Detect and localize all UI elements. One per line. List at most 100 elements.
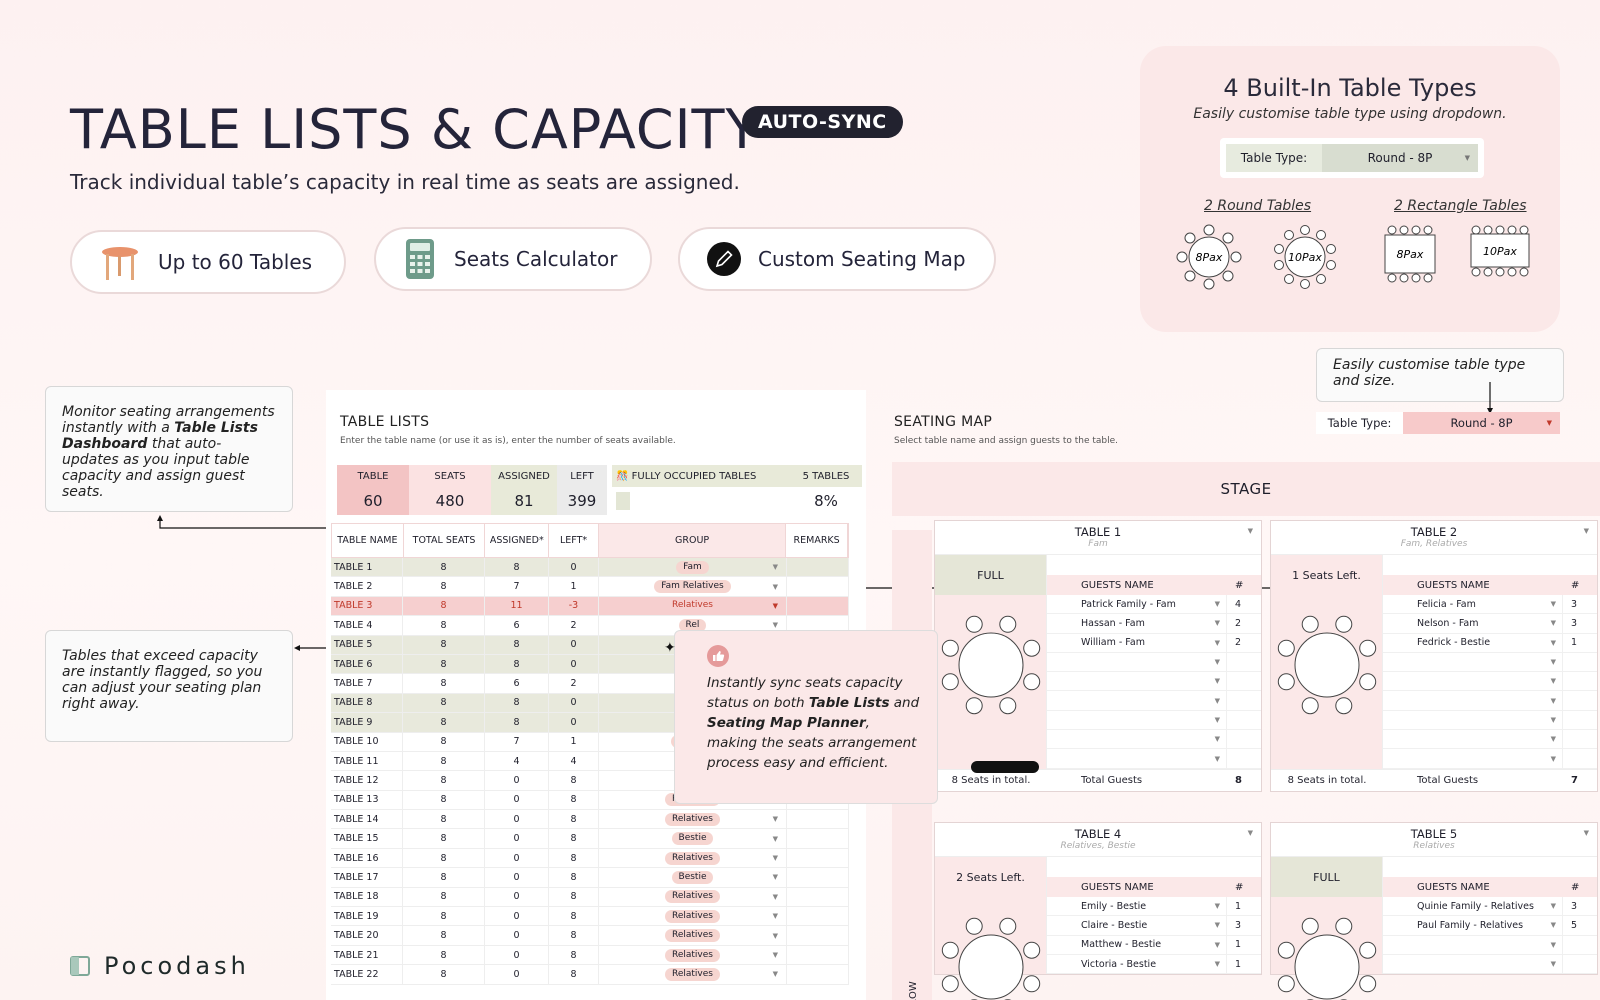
table-row[interactable]: TABLE 22 8 0 8 Relatives ▼ bbox=[331, 965, 849, 985]
guest-row[interactable]: ▼ bbox=[1383, 672, 1597, 692]
cell-group[interactable]: Bestie ▼ bbox=[599, 868, 787, 887]
dropdown-arrow-icon[interactable]: ▼ bbox=[1248, 527, 1253, 535]
dropdown-arrow-icon[interactable]: ▼ bbox=[1551, 716, 1556, 724]
guest-row[interactable]: Nelson - Fam ▼ 3 bbox=[1383, 614, 1597, 634]
cell-seats[interactable]: 8 bbox=[403, 635, 485, 654]
guest-row[interactable]: Quinie Family - Relatives ▼ 3 bbox=[1383, 897, 1597, 917]
cell-group[interactable]: Relatives ▼ bbox=[599, 887, 787, 907]
cell-name[interactable]: TABLE 13 bbox=[331, 790, 403, 810]
dropdown-arrow-icon[interactable]: ▼ bbox=[1215, 960, 1220, 968]
cell-name[interactable]: TABLE 4 bbox=[331, 616, 403, 635]
cell-seats[interactable]: 8 bbox=[403, 713, 485, 732]
guest-row[interactable]: William - Fam ▼ 2 bbox=[1047, 633, 1261, 653]
dropdown-arrow-icon[interactable]: ▼ bbox=[773, 951, 778, 959]
dropdown-arrow-icon[interactable]: ▼ bbox=[1215, 941, 1220, 949]
dropdown-arrow-icon[interactable]: ▼ bbox=[1551, 677, 1556, 685]
cell-group[interactable]: Relatives ▼ bbox=[599, 965, 787, 984]
dropdown-arrow-icon[interactable]: ▼ bbox=[1551, 639, 1556, 647]
table-card-header[interactable]: TABLE 5 Relatives ▼ bbox=[1271, 823, 1597, 857]
cell-seats[interactable]: 8 bbox=[403, 577, 485, 596]
cell-name[interactable]: TABLE 16 bbox=[331, 848, 403, 868]
cell-name[interactable]: TABLE 1 bbox=[331, 558, 403, 577]
cell-name[interactable]: TABLE 8 bbox=[331, 693, 403, 713]
cell-remarks[interactable] bbox=[787, 829, 849, 848]
dropdown-arrow-icon[interactable]: ▼ bbox=[1551, 902, 1556, 910]
guest-row[interactable]: Victoria - Bestie ▼ 1 bbox=[1047, 954, 1261, 975]
cell-group[interactable]: Fam ▼ bbox=[599, 558, 787, 577]
cell-name[interactable]: TABLE 12 bbox=[331, 771, 403, 790]
dropdown-arrow-icon[interactable]: ▼ bbox=[773, 815, 778, 823]
dropdown-arrow-icon[interactable]: ▼ bbox=[1551, 735, 1556, 743]
dropdown-arrow-icon[interactable]: ▼ bbox=[1215, 697, 1220, 705]
cell-seats[interactable]: 8 bbox=[403, 848, 485, 868]
table-row[interactable]: TABLE 20 8 0 8 Relatives ▼ bbox=[331, 926, 849, 946]
guest-row[interactable]: Emily - Bestie ▼ 1 bbox=[1047, 897, 1261, 917]
cell-group[interactable]: Relatives ▼ bbox=[599, 596, 787, 616]
dropdown-arrow-icon[interactable]: ▼ bbox=[1551, 755, 1556, 763]
cell-remarks[interactable] bbox=[787, 965, 849, 984]
cell-remarks[interactable] bbox=[787, 926, 849, 945]
cell-remarks[interactable] bbox=[787, 907, 849, 926]
guest-row[interactable]: ▼ bbox=[1383, 710, 1597, 731]
dropdown-arrow-icon[interactable]: ▼ bbox=[773, 563, 778, 571]
dropdown-arrow-icon[interactable]: ▼ bbox=[1215, 600, 1220, 608]
cell-seats[interactable]: 8 bbox=[403, 654, 485, 674]
cell-remarks[interactable] bbox=[787, 848, 849, 868]
table-row[interactable]: TABLE 21 8 0 8 Relatives ▼ bbox=[331, 945, 849, 966]
guest-row[interactable]: ▼ bbox=[1383, 730, 1597, 750]
cell-name[interactable]: TABLE 15 bbox=[331, 829, 403, 848]
table-row[interactable]: TABLE 18 8 0 8 Relatives ▼ bbox=[331, 887, 849, 908]
guest-row[interactable]: ▼ bbox=[1047, 710, 1261, 731]
dropdown-arrow-icon[interactable]: ▼ bbox=[1215, 735, 1220, 743]
guest-row[interactable]: ▼ bbox=[1047, 749, 1261, 769]
dropdown-arrow-icon[interactable]: ▼ bbox=[773, 835, 778, 843]
cell-name[interactable]: TABLE 14 bbox=[331, 810, 403, 829]
cell-name[interactable]: TABLE 11 bbox=[331, 751, 403, 771]
table-row[interactable]: TABLE 16 8 0 8 Relatives ▼ bbox=[331, 848, 849, 869]
cell-remarks[interactable] bbox=[787, 945, 849, 965]
cell-seats[interactable]: 8 bbox=[403, 887, 485, 907]
cell-remarks[interactable] bbox=[787, 558, 849, 577]
cell-seats[interactable]: 8 bbox=[403, 790, 485, 810]
cell-name[interactable]: TABLE 21 bbox=[331, 945, 403, 965]
guest-row[interactable]: Matthew - Bestie ▼ 1 bbox=[1047, 935, 1261, 955]
cell-seats[interactable]: 8 bbox=[403, 771, 485, 790]
dropdown-arrow-icon[interactable]: ▼ bbox=[773, 602, 778, 610]
guest-row[interactable]: Fedrick - Bestie ▼ 1 bbox=[1383, 633, 1597, 653]
cell-seats[interactable]: 8 bbox=[403, 945, 485, 965]
cell-seats[interactable]: 8 bbox=[403, 907, 485, 926]
cell-name[interactable]: TABLE 6 bbox=[331, 654, 403, 674]
guest-row[interactable]: Hassan - Fam ▼ 2 bbox=[1047, 614, 1261, 634]
table-row[interactable]: TABLE 3 8 11 -3 Relatives ▼ bbox=[331, 596, 849, 617]
dropdown-arrow-icon[interactable]: ▼ bbox=[1551, 658, 1556, 666]
guest-row[interactable]: Paul Family - Relatives ▼ 5 bbox=[1383, 916, 1597, 936]
table-card-header[interactable]: TABLE 1 Fam ▼ bbox=[935, 521, 1261, 555]
cell-seats[interactable]: 8 bbox=[403, 965, 485, 984]
cell-seats[interactable]: 8 bbox=[403, 829, 485, 848]
cell-name[interactable]: TABLE 22 bbox=[331, 965, 403, 984]
dropdown-arrow-icon[interactable]: ▼ bbox=[773, 893, 778, 901]
guest-row[interactable]: ▼ bbox=[1383, 691, 1597, 711]
cell-seats[interactable]: 8 bbox=[403, 751, 485, 771]
table-card-header[interactable]: TABLE 2 Fam, Relatives ▼ bbox=[1271, 521, 1597, 555]
dropdown-arrow-icon[interactable]: ▼ bbox=[1551, 619, 1556, 627]
guest-row[interactable]: ▼ bbox=[1383, 935, 1597, 955]
dropdown-arrow-icon[interactable]: ▼ bbox=[773, 873, 778, 881]
cell-group[interactable]: Relatives ▼ bbox=[599, 926, 787, 945]
guest-row[interactable]: ▼ bbox=[1047, 652, 1261, 673]
dropdown-arrow-icon[interactable]: ▼ bbox=[773, 854, 778, 862]
dropdown-arrow-icon[interactable]: ▼ bbox=[1215, 755, 1220, 763]
dropdown-arrow-icon[interactable]: ▼ bbox=[773, 583, 778, 591]
cell-remarks[interactable] bbox=[787, 868, 849, 887]
cell-name[interactable]: TABLE 9 bbox=[331, 713, 403, 732]
cell-seats[interactable]: 8 bbox=[403, 926, 485, 945]
dropdown-arrow-icon[interactable]: ▼ bbox=[1551, 921, 1556, 929]
dropdown-arrow-icon[interactable]: ▼ bbox=[1551, 697, 1556, 705]
table-card-header[interactable]: TABLE 4 Relatives, Bestie ▼ bbox=[935, 823, 1261, 857]
dropdown-arrow-icon[interactable]: ▼ bbox=[1551, 600, 1556, 608]
guest-row[interactable]: ▼ bbox=[1047, 672, 1261, 692]
cell-name[interactable]: TABLE 19 bbox=[331, 907, 403, 926]
cell-group[interactable]: Relatives ▼ bbox=[599, 907, 787, 926]
guest-row[interactable]: ▼ bbox=[1383, 954, 1597, 975]
dropdown-arrow-icon[interactable]: ▼ bbox=[1248, 829, 1253, 837]
